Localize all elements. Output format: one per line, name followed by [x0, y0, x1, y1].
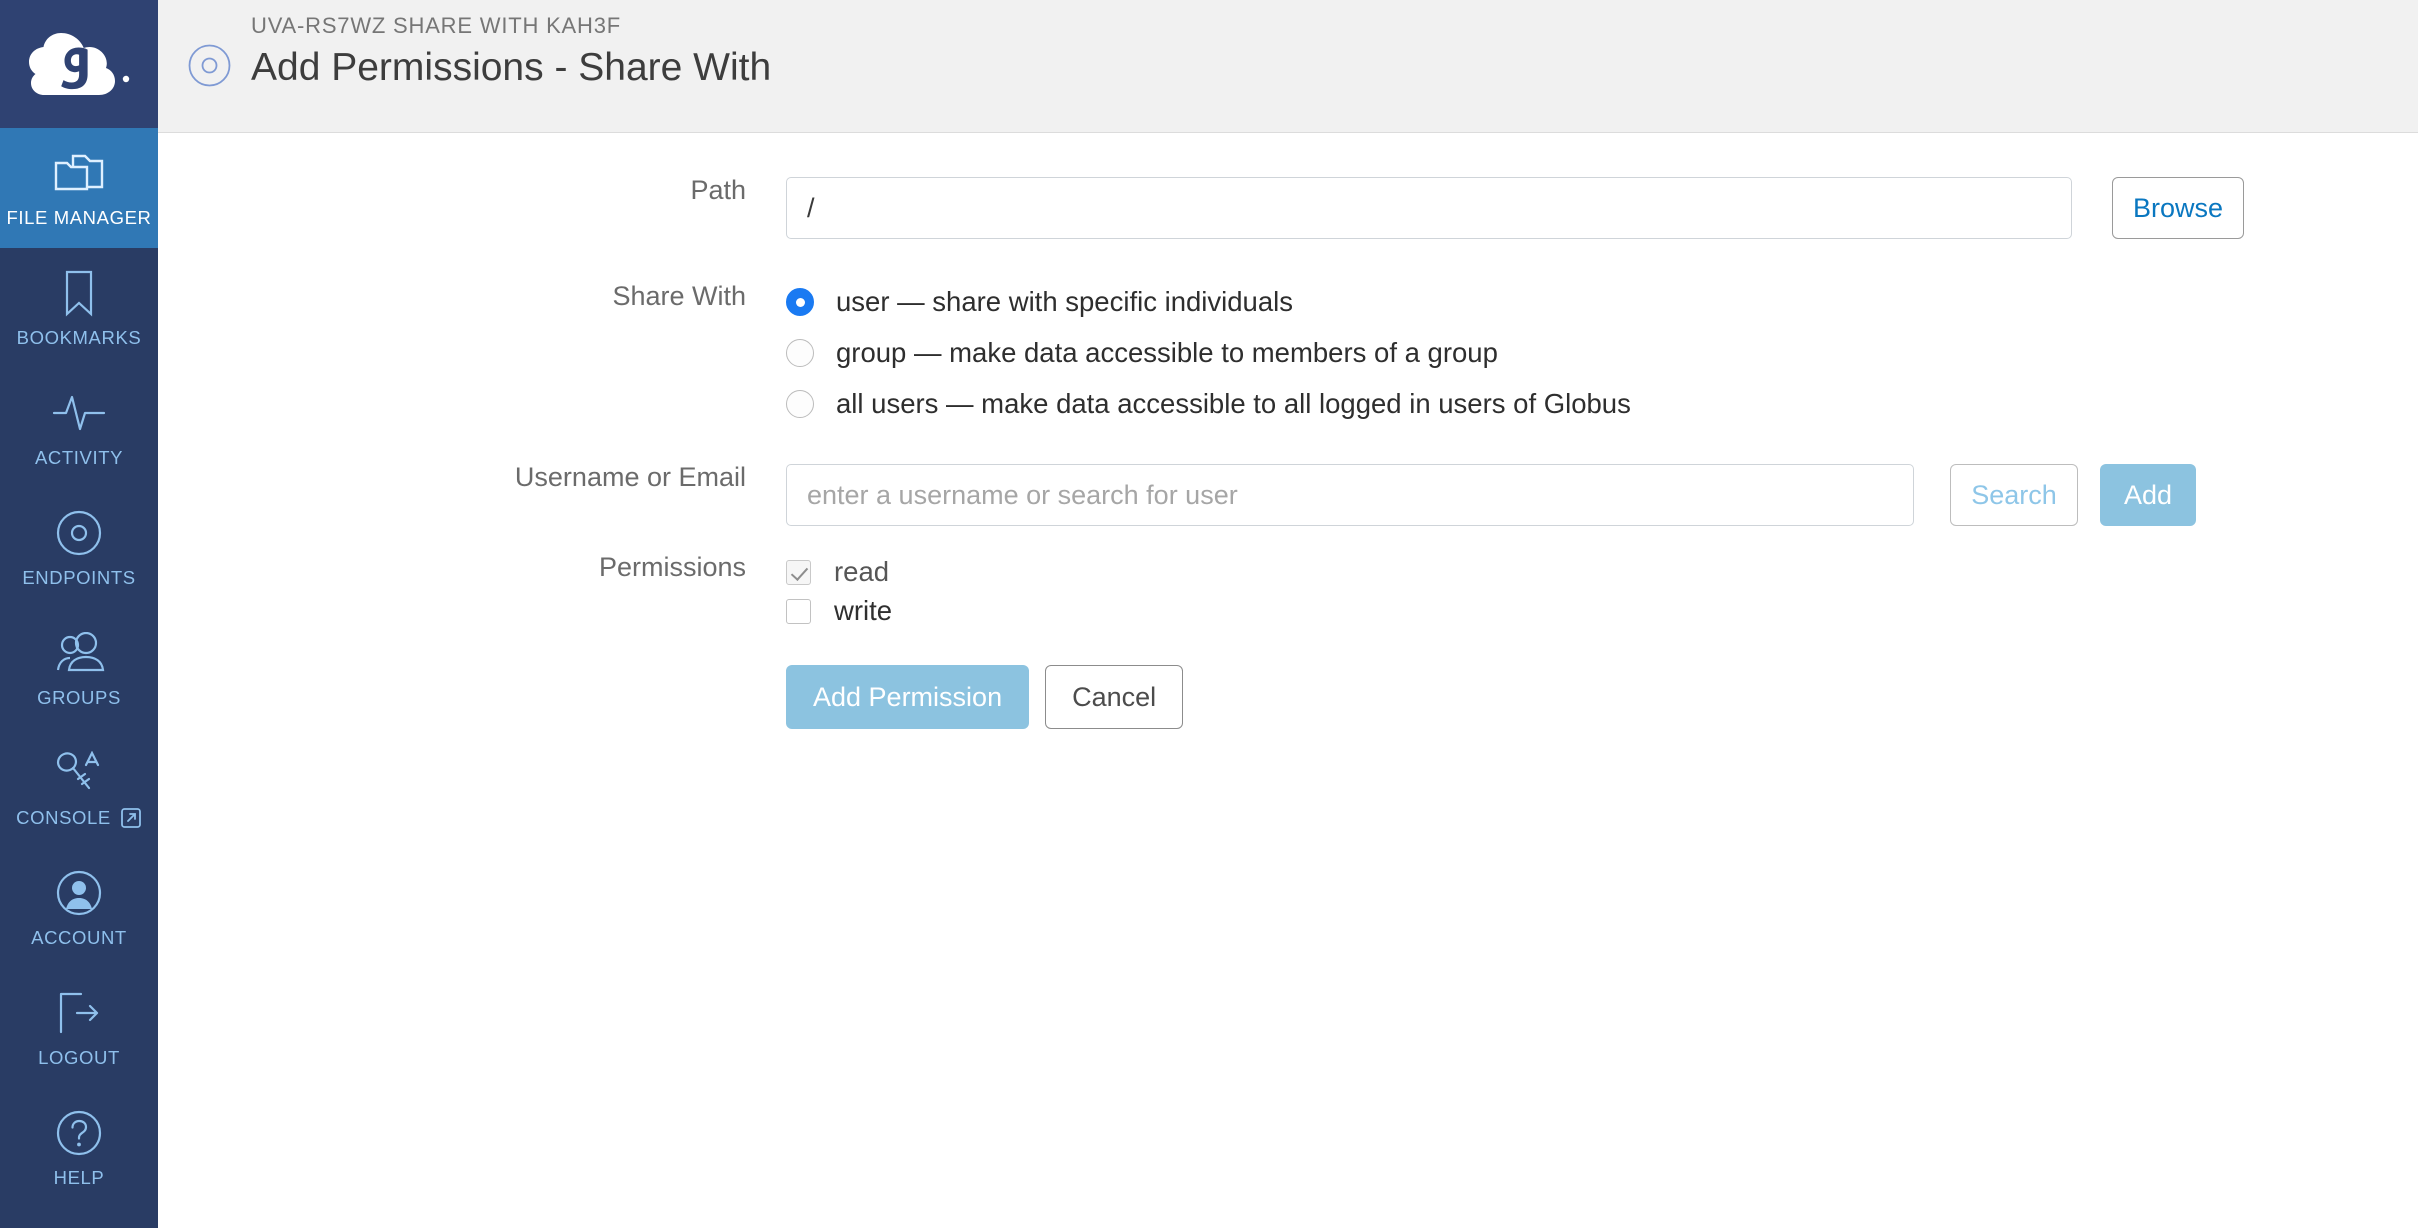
sidebar-item-endpoints[interactable]: ENDPOINTS: [0, 488, 158, 608]
share-with-label: Share With: [612, 281, 746, 311]
endpoint-disc-icon: [55, 508, 103, 558]
share-with-field-group: user — share with specific individuals g…: [786, 283, 2418, 420]
path-row: Path Browse: [158, 177, 2418, 239]
sidebar-item-bookmarks[interactable]: BOOKMARKS: [0, 248, 158, 368]
add-permission-button[interactable]: Add Permission: [786, 665, 1030, 729]
folders-icon: [52, 148, 106, 198]
sidebar-item-logout[interactable]: LOGOUT: [0, 968, 158, 1088]
radio-option-user[interactable]: user — share with specific individuals: [786, 286, 1631, 318]
sidebar-item-account[interactable]: ACCOUNT: [0, 848, 158, 968]
app-root: FILE MANAGER BOOKMARKS ACTIVITY ENDPOINT…: [0, 0, 2418, 1228]
radio-label: user — share with specific individuals: [836, 286, 1293, 317]
add-button[interactable]: Add: [2100, 464, 2196, 526]
key-a-icon: [54, 748, 104, 798]
sidebar-item-label: GROUPS: [37, 686, 121, 708]
page-title: Add Permissions - Share With: [251, 46, 772, 90]
sidebar-item-text: CONSOLE: [16, 806, 111, 828]
cancel-button[interactable]: Cancel: [1045, 665, 1184, 729]
external-link-icon: [120, 807, 142, 829]
globus-logo[interactable]: [0, 0, 158, 128]
logout-arrow-icon: [55, 988, 103, 1038]
checkbox-option-write[interactable]: write: [786, 595, 892, 627]
checkbox-indicator[interactable]: [786, 598, 811, 624]
radio-label: group — make data accessible to members …: [836, 337, 1498, 368]
main-area: UVA-RS7WZ SHARE WITH KAH3F Add Permissio…: [158, 0, 2418, 1228]
account-avatar-icon: [55, 868, 103, 918]
radio-indicator[interactable]: [786, 390, 814, 418]
username-input[interactable]: [786, 464, 1914, 526]
question-circle-icon: [55, 1108, 103, 1158]
actions-row: Add Permission Cancel: [158, 665, 2418, 729]
checkbox-option-read[interactable]: read: [786, 556, 892, 588]
sidebar: FILE MANAGER BOOKMARKS ACTIVITY ENDPOINT…: [0, 0, 158, 1228]
form-actions: Add Permission Cancel: [786, 665, 1184, 729]
activity-pulse-icon: [52, 388, 106, 438]
share-with-row: Share With user — share with specific in…: [158, 283, 2418, 420]
form-content: Path Browse Share With user — share with…: [158, 133, 2418, 729]
username-label: Username or Email: [514, 462, 746, 492]
browse-button[interactable]: Browse: [2112, 177, 2244, 239]
permissions-field-group: read write: [786, 554, 2418, 627]
sidebar-item-label: ACCOUNT: [31, 926, 127, 948]
radio-label: all users — make data accessible to all …: [836, 388, 1631, 419]
radio-option-all-users[interactable]: all users — make data accessible to all …: [786, 388, 1631, 420]
page-header: UVA-RS7WZ SHARE WITH KAH3F Add Permissio…: [158, 0, 2418, 133]
sidebar-item-label: ENDPOINTS: [22, 566, 136, 588]
sidebar-item-label: CONSOLE: [16, 807, 142, 829]
checkbox-label: read: [834, 556, 890, 587]
breadcrumb: UVA-RS7WZ SHARE WITH KAH3F: [251, 12, 621, 38]
groups-people-icon: [53, 628, 105, 678]
radio-option-group[interactable]: group — make data accessible to members …: [786, 337, 1631, 369]
sidebar-item-label: BOOKMARKS: [16, 326, 142, 348]
search-button[interactable]: Search: [1950, 464, 2078, 526]
header-texts: UVA-RS7WZ SHARE WITH KAH3F Add Permissio…: [251, 13, 771, 119]
endpoint-disc-icon: [188, 44, 231, 92]
permissions-row: Permissions read write: [158, 554, 2418, 627]
radio-indicator[interactable]: [786, 339, 814, 367]
actions-field-group: Add Permission Cancel: [786, 665, 2418, 729]
sidebar-item-console[interactable]: CONSOLE: [0, 728, 158, 848]
sidebar-item-groups[interactable]: GROUPS: [0, 608, 158, 728]
path-label: Path: [690, 175, 746, 205]
sidebar-item-label: LOGOUT: [38, 1046, 120, 1068]
sidebar-item-label: ACTIVITY: [34, 446, 124, 468]
share-with-radio-group: user — share with specific individuals g…: [786, 283, 1631, 420]
sidebar-item-label: HELP: [53, 1166, 105, 1188]
checkbox-indicator[interactable]: [786, 559, 811, 585]
username-row: Username or Email Search Add: [158, 464, 2418, 526]
sidebar-item-file-manager[interactable]: FILE MANAGER: [0, 128, 158, 248]
sidebar-item-activity[interactable]: ACTIVITY: [0, 368, 158, 488]
path-input[interactable]: [786, 177, 2072, 239]
permissions-label: Permissions: [598, 552, 746, 582]
path-field-group: Browse: [786, 177, 2418, 239]
radio-indicator[interactable]: [786, 288, 814, 316]
sidebar-item-label: FILE MANAGER: [6, 206, 152, 228]
permissions-checkbox-group: read write: [786, 554, 892, 627]
bookmark-icon: [62, 268, 96, 318]
username-field-group: Search Add: [786, 464, 2418, 526]
checkbox-label: write: [834, 595, 893, 626]
sidebar-item-help[interactable]: HELP: [0, 1088, 158, 1208]
